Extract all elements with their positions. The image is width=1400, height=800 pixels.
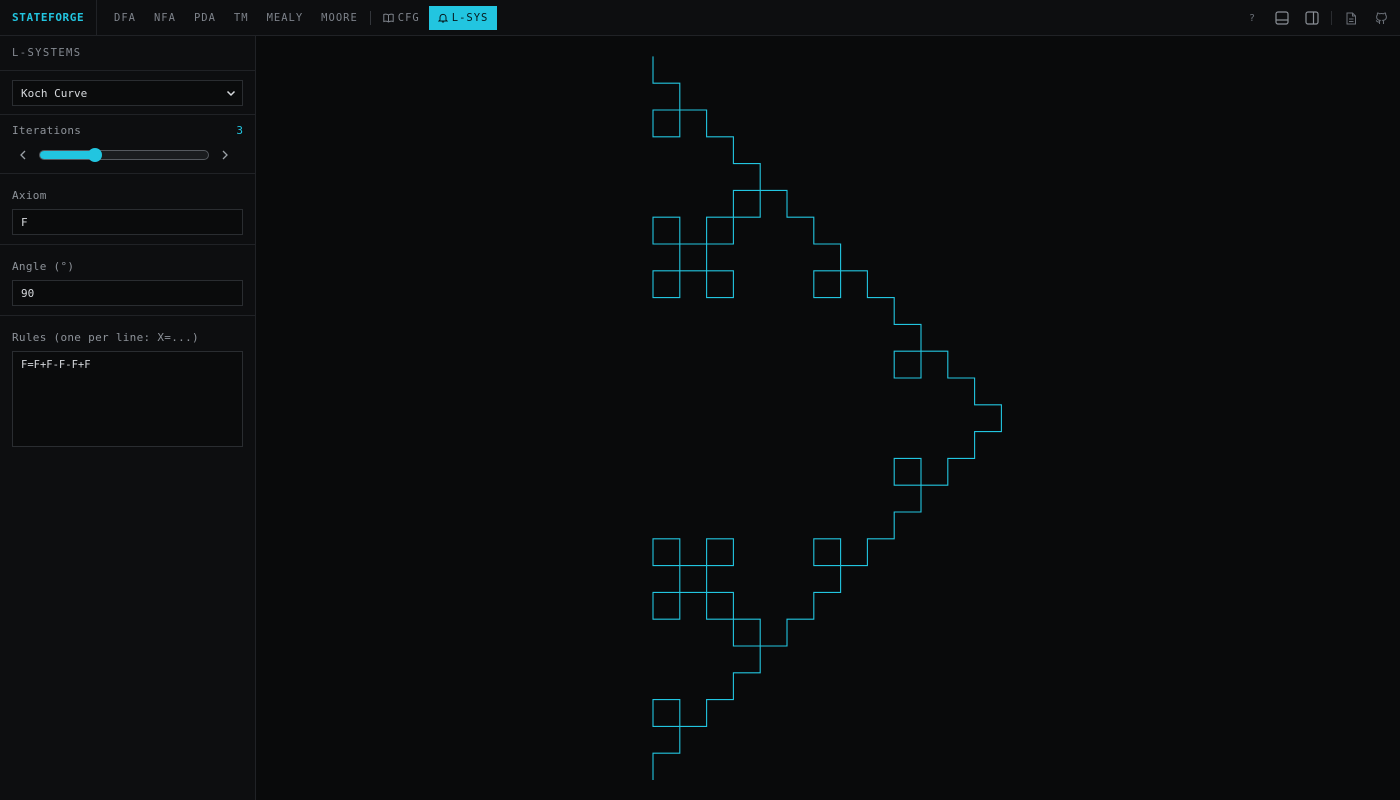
sidebar-title: L-SYSTEMS <box>12 47 82 59</box>
rules-textarea[interactable]: F=F+F-F-F+F <box>12 351 243 447</box>
bell-icon <box>437 13 448 23</box>
preset-select[interactable]: Koch Curve <box>12 80 243 106</box>
tab-cfg[interactable]: CFG <box>374 6 429 30</box>
chevron-right-icon <box>222 150 228 160</box>
rules-section: Rules (one per line: X=...) F=F+F-F-F+F <box>0 316 255 447</box>
lsystem-drawing <box>652 56 1002 780</box>
tab-tm[interactable]: TM <box>225 6 258 30</box>
rules-label: Rules (one per line: X=...) <box>12 331 199 344</box>
tab-dfa[interactable]: DFA <box>105 6 145 30</box>
toolbar-divider <box>1331 11 1332 25</box>
koch-curve-path <box>652 56 1002 780</box>
help-label: ? <box>1248 12 1256 24</box>
sidebar: L-SYSTEMS Koch Curve Iterations 3 Axiom <box>0 36 256 800</box>
rules-value: F=F+F-F-F+F <box>21 359 91 371</box>
iterations-slider-thumb[interactable] <box>88 148 103 162</box>
panel-right-icon <box>1305 11 1319 25</box>
help-button[interactable]: ? <box>1241 7 1263 29</box>
angle-value: 90 <box>21 286 35 300</box>
nav-divider <box>369 10 371 25</box>
panel-bottom-icon <box>1275 11 1289 25</box>
sidebar-header: L-SYSTEMS <box>0 36 255 71</box>
tab-lsys[interactable]: L-SYS <box>428 5 498 30</box>
preset-section: Koch Curve <box>0 71 255 115</box>
iterations-value: 3 <box>236 124 243 137</box>
tab-pda[interactable]: PDA <box>185 6 225 30</box>
iterations-label: Iterations <box>12 124 82 137</box>
toggle-side-panel-button[interactable] <box>1301 7 1323 29</box>
toolbar-right: ? <box>1233 0 1392 36</box>
toggle-bottom-panel-button[interactable] <box>1271 7 1293 29</box>
axiom-section: Axiom F <box>0 174 255 245</box>
axiom-label: Axiom <box>12 189 47 202</box>
iterations-section: Iterations 3 <box>0 115 255 174</box>
angle-label: Angle (°) <box>12 260 75 273</box>
chevron-left-icon <box>20 150 26 160</box>
github-button[interactable] <box>1370 7 1392 29</box>
tab-mealy[interactable]: MEALY <box>258 6 313 30</box>
github-icon <box>1375 11 1387 24</box>
tab-moore[interactable]: MOORE <box>312 6 367 30</box>
brand-logo[interactable]: STATEFORGE <box>0 0 97 36</box>
book-icon <box>383 13 394 23</box>
tab-nfa[interactable]: NFA <box>145 6 185 30</box>
tab-lsys-label: L-SYS <box>451 11 489 24</box>
axiom-value: F <box>21 215 28 229</box>
chevron-down-icon <box>226 90 236 97</box>
lsystem-canvas[interactable] <box>256 36 1400 800</box>
increment-iterations-button[interactable] <box>215 145 235 165</box>
docs-button[interactable] <box>1340 7 1362 29</box>
angle-section: Angle (°) 90 <box>0 245 255 316</box>
preset-value: Koch Curve <box>21 86 88 100</box>
decrement-iterations-button[interactable] <box>13 145 33 165</box>
tab-cfg-label: CFG <box>397 11 420 24</box>
iterations-slider[interactable] <box>39 148 209 162</box>
top-bar: STATEFORGE DFA NFA PDA TM MEALY MOORE CF… <box>0 0 1400 36</box>
angle-input[interactable]: 90 <box>12 280 243 306</box>
document-icon <box>1346 12 1356 24</box>
iterations-slider-fill <box>40 151 96 159</box>
axiom-input[interactable]: F <box>12 209 243 235</box>
mode-nav: DFA NFA PDA TM MEALY MOORE CFG L-SYS <box>97 0 498 36</box>
